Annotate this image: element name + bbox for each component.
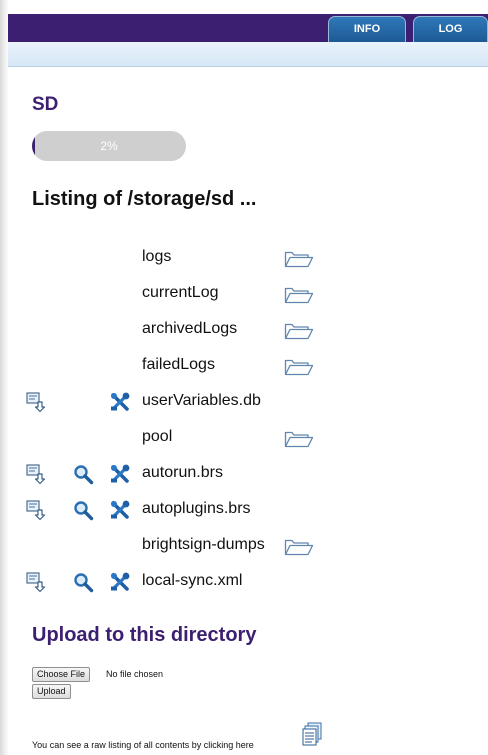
download-icon[interactable] [25,463,47,485]
choose-file-button[interactable]: Choose File [32,667,91,682]
file-name: userVariables.db [142,392,261,409]
list-item: archivedLogs [8,315,488,345]
tab-log[interactable]: LOG [413,16,488,42]
storage-usage-label: 2% [100,139,118,153]
listing-heading: Listing of /storage/sd ... [32,188,257,210]
tools-icon[interactable] [109,391,131,413]
document-list-icon[interactable] [302,722,324,746]
list-item: local-sync.xml [8,567,488,597]
upload-heading: Upload to this directory [32,624,257,646]
folder-icon[interactable] [284,357,314,379]
folder-name-link[interactable]: currentLog [142,284,219,302]
folder-icon[interactable] [284,249,314,271]
folder-name-link[interactable]: pool [142,428,172,446]
file-name: autoplugins.brs [142,500,251,517]
magnifier-icon[interactable] [72,463,94,485]
list-item: userVariables.db [8,387,488,417]
header-subbar [8,42,488,67]
folder-icon[interactable] [284,429,314,451]
page: INFO LOG SD 2% Listing of /storage/sd ..… [8,0,488,755]
folder-icon[interactable] [284,537,314,559]
folder-name-link[interactable]: brightsign-dumps [142,536,265,554]
folder-name-link[interactable]: logs [142,248,171,266]
file-name: local-sync.xml [142,572,243,589]
folder-icon[interactable] [284,321,314,343]
magnifier-icon[interactable] [72,571,94,593]
tools-icon[interactable] [109,463,131,485]
tools-icon[interactable] [109,499,131,521]
upload-button[interactable]: Upload [32,684,71,699]
storage-usage-bar: 2% [32,131,186,161]
list-item: autorun.brs [8,459,488,489]
tools-icon[interactable] [109,571,131,593]
tab-info[interactable]: INFO [328,16,406,42]
list-item: autoplugins.brs [8,495,488,525]
download-icon[interactable] [25,391,47,413]
list-item: pool [8,423,488,453]
list-item: currentLog [8,279,488,309]
magnifier-icon[interactable] [72,499,94,521]
file-status: No file chosen [106,669,164,679]
raw-listing-text: You can see a raw listing of all content… [32,740,254,750]
download-icon[interactable] [25,499,47,521]
folder-icon[interactable] [284,285,314,307]
list-item: logs [8,243,488,273]
download-icon[interactable] [25,571,47,593]
file-name: autorun.brs [142,464,223,481]
storage-heading: SD [32,94,59,115]
list-item: brightsign-dumps [8,531,488,561]
folder-name-link[interactable]: failedLogs [142,356,215,374]
folder-name-link[interactable]: archivedLogs [142,320,237,338]
list-item: failedLogs [8,351,488,381]
